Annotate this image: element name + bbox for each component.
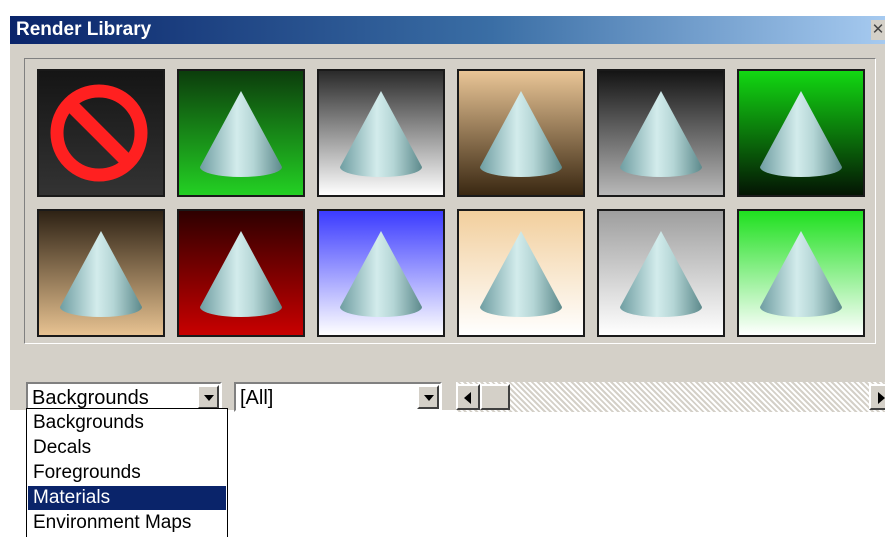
close-button[interactable]: ✕ (871, 20, 885, 40)
library-thumb[interactable] (597, 209, 725, 337)
window-title: Render Library (16, 19, 152, 40)
filter-combo[interactable]: [All] (234, 382, 442, 412)
library-thumb[interactable] (317, 209, 445, 337)
dropdown-option[interactable]: Backgrounds (28, 411, 226, 435)
arrow-right-icon (878, 392, 885, 404)
category-combo-button[interactable] (197, 385, 219, 409)
library-thumb[interactable] (597, 69, 725, 197)
dropdown-option[interactable]: Foregrounds (28, 461, 226, 485)
library-thumb[interactable] (37, 209, 165, 337)
category-combo-value: Backgrounds (32, 387, 149, 409)
dropdown-option[interactable]: Decals (28, 436, 226, 460)
category-dropdown-list: Backgrounds Decals Foregrounds Materials Env… (26, 408, 228, 537)
library-thumb[interactable] (317, 69, 445, 197)
library-thumb[interactable] (177, 209, 305, 337)
library-thumb[interactable] (737, 69, 865, 197)
horizontal-scrollbar[interactable] (456, 382, 885, 412)
title-bar[interactable]: Render Library ✕ (10, 16, 885, 44)
library-thumb[interactable] (737, 209, 865, 337)
filter-combo-button[interactable] (417, 385, 439, 409)
library-thumb[interactable] (457, 209, 585, 337)
thumbnail-grid (24, 58, 876, 344)
scroll-left-button[interactable] (456, 384, 480, 410)
scroll-thumb[interactable] (480, 384, 510, 410)
dropdown-option[interactable]: Materials (28, 486, 226, 510)
library-thumb-none[interactable] (37, 69, 165, 197)
library-thumb[interactable] (457, 69, 585, 197)
arrow-left-icon (464, 392, 471, 404)
chevron-down-icon (204, 395, 214, 401)
render-library-window: Render Library ✕ Backgrounds [All] (10, 16, 885, 412)
filter-combo-value: [All] (240, 387, 274, 409)
scroll-right-button[interactable] (869, 384, 885, 410)
close-icon: ✕ (871, 21, 885, 38)
chevron-down-icon (424, 395, 434, 401)
dropdown-option[interactable]: Environment Maps (28, 511, 226, 535)
library-thumb[interactable] (177, 69, 305, 197)
